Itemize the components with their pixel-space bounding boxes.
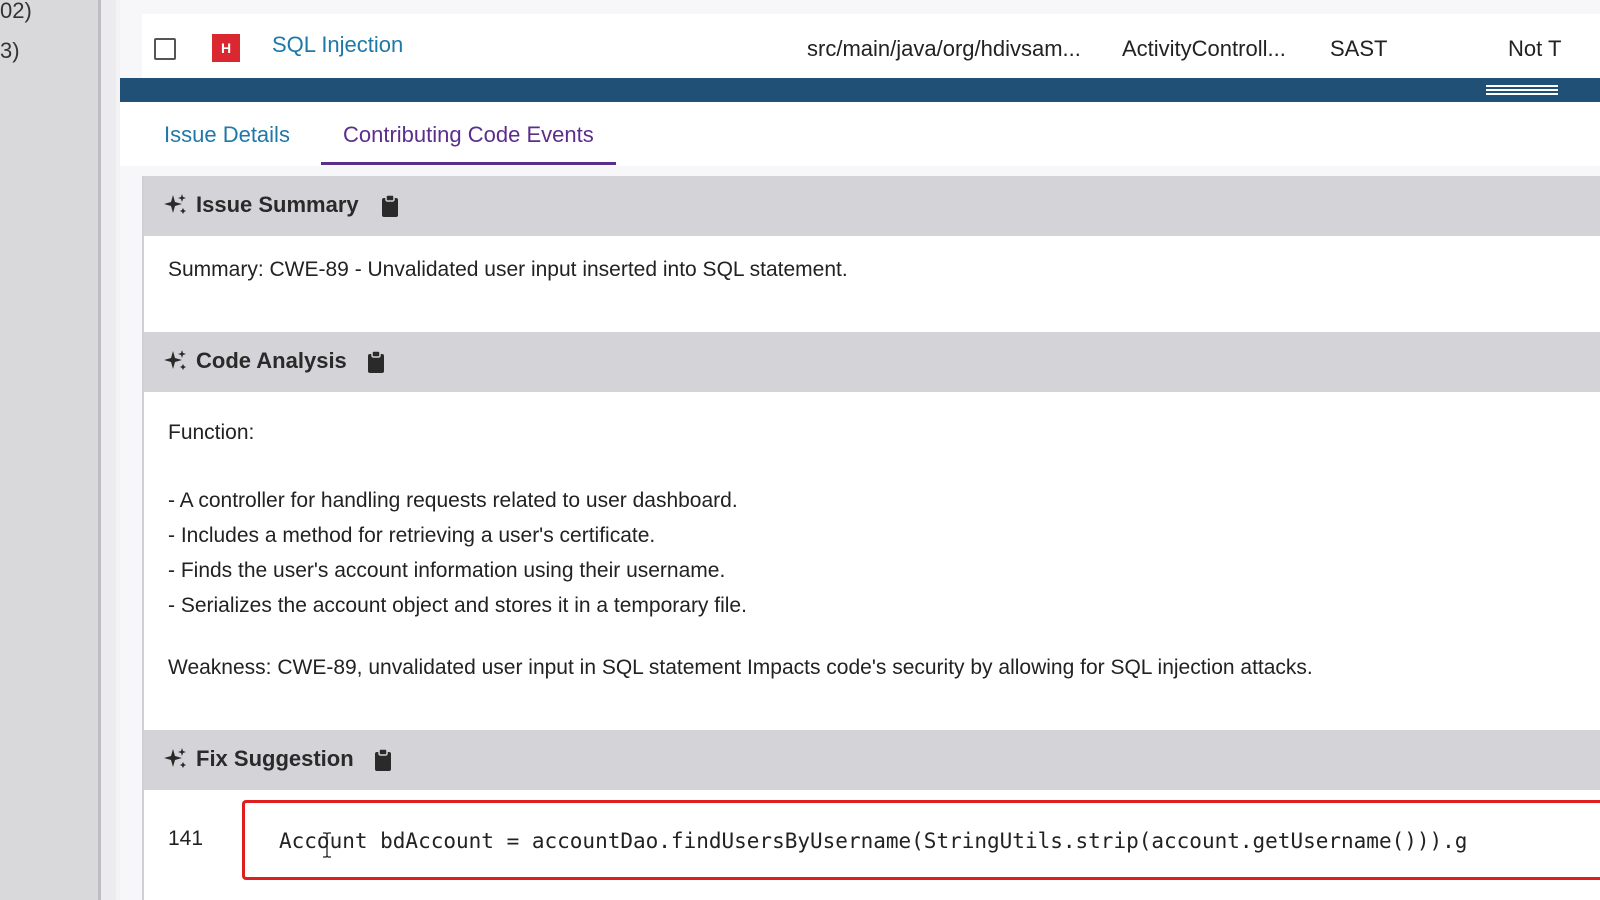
section-title: Fix Suggestion — [196, 746, 354, 771]
weakness-text: Weakness: CWE-89, unvalidated user input… — [168, 656, 1313, 679]
resize-bar — [120, 78, 1600, 102]
issue-detail-panel: Issue Summary Summary: CWE-89 - Unvalida… — [142, 176, 1600, 900]
issue-path: src/main/java/org/hdivsam... — [807, 36, 1081, 61]
fix-suggestion-header: Fix Suggestion — [144, 730, 1600, 790]
issue-title-link[interactable]: SQL Injection — [272, 32, 403, 58]
detail-tabs: Issue Details Contributing Code Events — [120, 102, 1600, 166]
left-panel: 02) 3) — [0, 0, 98, 900]
row-checkbox[interactable] — [154, 38, 176, 60]
issue-type: SAST — [1330, 36, 1388, 61]
analysis-bullet: - Includes a method for retrieving a use… — [168, 524, 656, 547]
issue-file: ActivityControll... — [1122, 36, 1286, 61]
clipboard-icon[interactable] — [366, 350, 386, 374]
function-label: Function: — [168, 421, 255, 444]
sparkle-icon — [164, 194, 186, 214]
code-line-number: 141 — [168, 827, 204, 850]
clipboard-icon[interactable] — [373, 748, 393, 772]
tab-contributing-code-events[interactable]: Contributing Code Events — [321, 122, 616, 165]
code-analysis-header: Code Analysis — [144, 332, 1600, 392]
text-cursor-icon — [323, 832, 331, 858]
tab-issue-details[interactable]: Issue Details — [164, 122, 290, 162]
issue-status: Not T — [1508, 36, 1562, 61]
panel-splitter[interactable] — [98, 0, 116, 900]
sparkle-icon — [164, 748, 186, 768]
clipboard-icon[interactable] — [380, 194, 400, 218]
drag-handle[interactable] — [1486, 85, 1558, 95]
issue-summary-header: Issue Summary — [144, 176, 1600, 236]
sparkle-icon — [164, 350, 186, 370]
sidebar-fragment: 3) — [0, 38, 20, 63]
section-title: Issue Summary — [196, 192, 359, 217]
severity-badge: H — [212, 34, 240, 62]
issue-row[interactable]: H SQL Injection src/main/java/org/hdivsa… — [142, 14, 1600, 78]
analysis-bullet: - A controller for handling requests rel… — [168, 489, 738, 512]
code-highlight-box[interactable]: Account bdAccount = accountDao.findUsers… — [242, 800, 1600, 880]
code-line[interactable]: Account bdAccount = accountDao.findUsers… — [279, 829, 1467, 853]
section-title: Code Analysis — [196, 348, 347, 373]
analysis-bullet: - Serializes the account object and stor… — [168, 594, 747, 617]
sidebar-fragment: 02) — [0, 0, 32, 23]
main-area: H SQL Injection src/main/java/org/hdivsa… — [120, 0, 1600, 900]
analysis-bullet: - Finds the user's account information u… — [168, 559, 726, 582]
summary-text: Summary: CWE-89 - Unvalidated user input… — [168, 258, 848, 281]
